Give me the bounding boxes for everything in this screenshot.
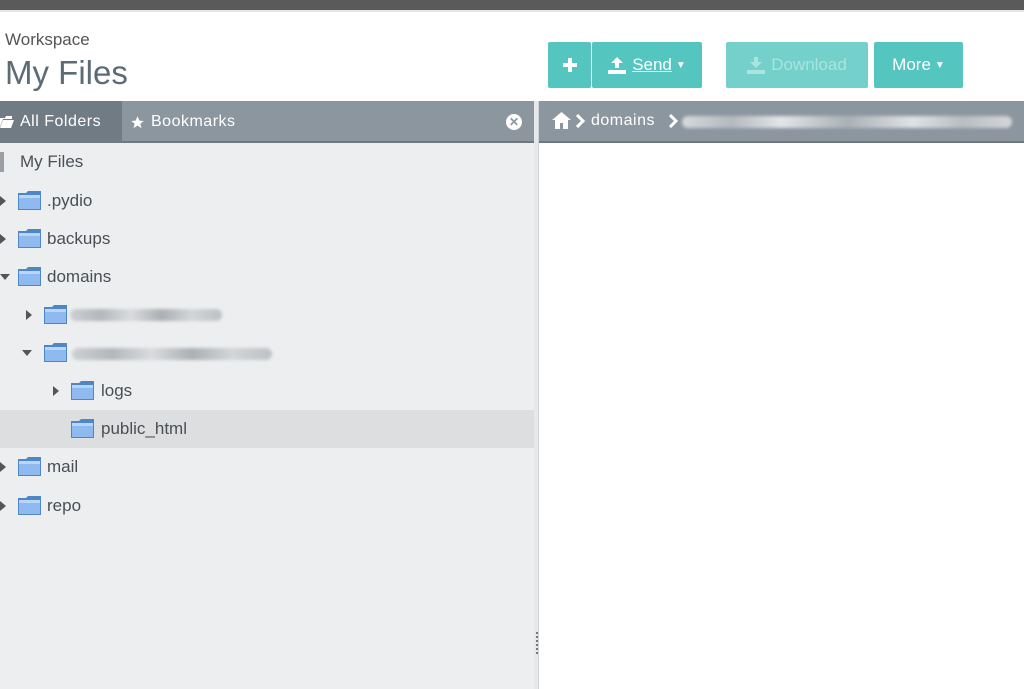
tree-item-domains[interactable]: domains [0,258,534,296]
new-button[interactable] [548,42,591,88]
tree-item-domain-2[interactable] [0,334,534,372]
tree-item-label: public_html [101,419,187,438]
redacted-label [72,348,272,360]
left-tab-bar: All Folders Bookmarks ✕ [0,101,534,143]
tree-item-backups[interactable]: backups [0,220,534,258]
chevron-down-icon: ▼ [675,59,686,71]
folder-icon [71,381,94,400]
plus-icon [562,58,577,72]
workspace-label: Workspace [5,30,90,49]
chevron-right-icon[interactable] [0,501,6,511]
chevron-right-icon[interactable] [53,386,59,396]
star-icon [131,115,144,128]
folder-icon [18,229,41,248]
folder-tree-panel: All Folders Bookmarks ✕ My Files .pydio … [0,101,534,689]
tab-bookmarks[interactable]: Bookmarks [130,101,236,143]
redacted-label [70,309,222,321]
tree-item-label: .pydio [47,191,93,210]
redacted-breadcrumb[interactable] [682,116,1012,128]
download-label: Download [771,55,847,74]
tab-all-folders-label: All Folders [20,113,102,130]
tree-item-label: My Files [20,152,84,171]
tab-all-folders[interactable]: All Folders [0,101,122,143]
chevron-down-icon: ▼ [934,59,945,71]
tree-item-public-html[interactable]: public_html [0,410,534,448]
folder-open-icon [0,116,14,128]
folder-icon [18,267,41,286]
chevron-right-icon[interactable] [0,462,6,472]
more-button[interactable]: More ▼ [874,42,963,88]
more-label: More [892,55,931,74]
folder-icon [18,496,41,515]
drive-icon [0,152,4,172]
file-list-panel: domains [539,101,1024,689]
page-title: My Files [5,54,128,91]
send-label: Send [632,55,672,74]
app-top-bar [0,0,1024,12]
chevron-right-icon[interactable] [0,196,6,206]
tree-item-label: mail [47,457,79,476]
chevron-right-icon [576,114,585,128]
tree-item-repo[interactable]: repo [0,487,534,525]
tree-item-pydio[interactable]: .pydio [0,182,534,220]
download-button[interactable]: Download [726,42,868,88]
chevron-right-icon[interactable] [0,234,6,244]
chevron-down-icon[interactable] [0,274,10,280]
close-icon[interactable]: ✕ [506,114,522,130]
upload-icon [608,56,627,74]
tab-bookmarks-label: Bookmarks [151,113,236,130]
tree-item-mail[interactable]: mail [0,448,534,486]
chevron-down-icon[interactable] [22,350,32,356]
splitter-grip-icon[interactable] [536,632,538,654]
folder-icon [18,457,41,476]
breadcrumb: domains [539,101,1024,143]
download-icon [747,56,766,74]
folder-icon [18,191,41,210]
tree-root-my-files[interactable]: My Files [0,143,534,181]
folder-icon [44,305,67,324]
tree-item-label: repo [47,496,82,515]
tree-item-label: logs [101,381,133,400]
tree-item-logs[interactable]: logs [0,372,534,410]
tree-item-label: domains [47,267,112,286]
home-icon[interactable] [552,112,571,129]
tree-item-domain-1[interactable] [0,296,534,334]
workspace-header: Workspace My Files Send ▼ Download More … [0,14,1024,102]
folder-icon [71,419,94,438]
breadcrumb-segment[interactable]: domains [591,112,655,130]
chevron-right-icon [669,114,678,128]
chevron-right-icon[interactable] [26,310,32,320]
folder-icon [44,343,67,362]
send-button[interactable]: Send ▼ [592,42,702,88]
tree-item-label: backups [47,229,111,248]
